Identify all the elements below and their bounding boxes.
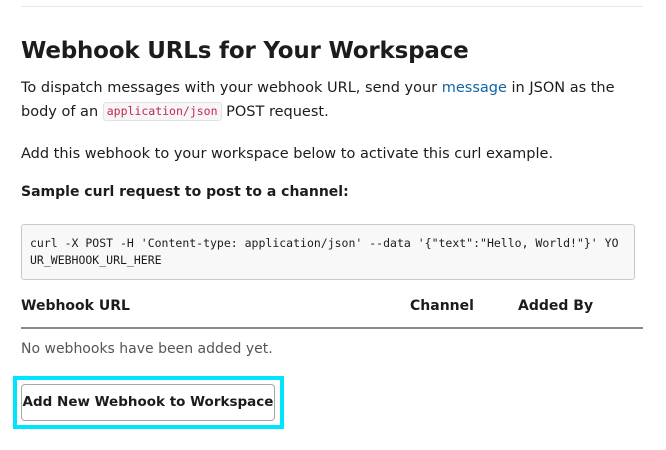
top-divider: [21, 6, 643, 7]
message-link[interactable]: message: [442, 80, 507, 96]
add-new-webhook-button[interactable]: Add New Webhook to Workspace: [21, 384, 275, 421]
activate-instructions: Add this webhook to your workspace below…: [21, 146, 554, 162]
empty-state-message: No webhooks have been added yet.: [21, 341, 273, 357]
sample-curl-code-block[interactable]: curl -X POST -H 'Content-type: applicati…: [21, 223, 635, 280]
column-header-webhook-url: Webhook URL: [21, 298, 130, 314]
intro-text-suffix: POST request.: [221, 104, 329, 120]
webhook-settings-page: Webhook URLs for Your Workspace To dispa…: [0, 0, 666, 450]
inline-code-content-type: application/json: [102, 102, 222, 121]
webhooks-table-header: Webhook URL Channel Added By: [21, 296, 643, 329]
sample-curl-heading: Sample curl request to post to a channel…: [21, 184, 349, 200]
column-header-channel: Channel: [410, 298, 474, 314]
intro-paragraph: To dispatch messages with your webhook U…: [21, 76, 646, 124]
intro-text-prefix: To dispatch messages with your webhook U…: [21, 80, 442, 96]
webhooks-table: Webhook URL Channel Added By No webhooks…: [21, 296, 643, 357]
column-header-added-by: Added By: [518, 298, 594, 314]
page-title: Webhook URLs for Your Workspace: [21, 38, 469, 64]
